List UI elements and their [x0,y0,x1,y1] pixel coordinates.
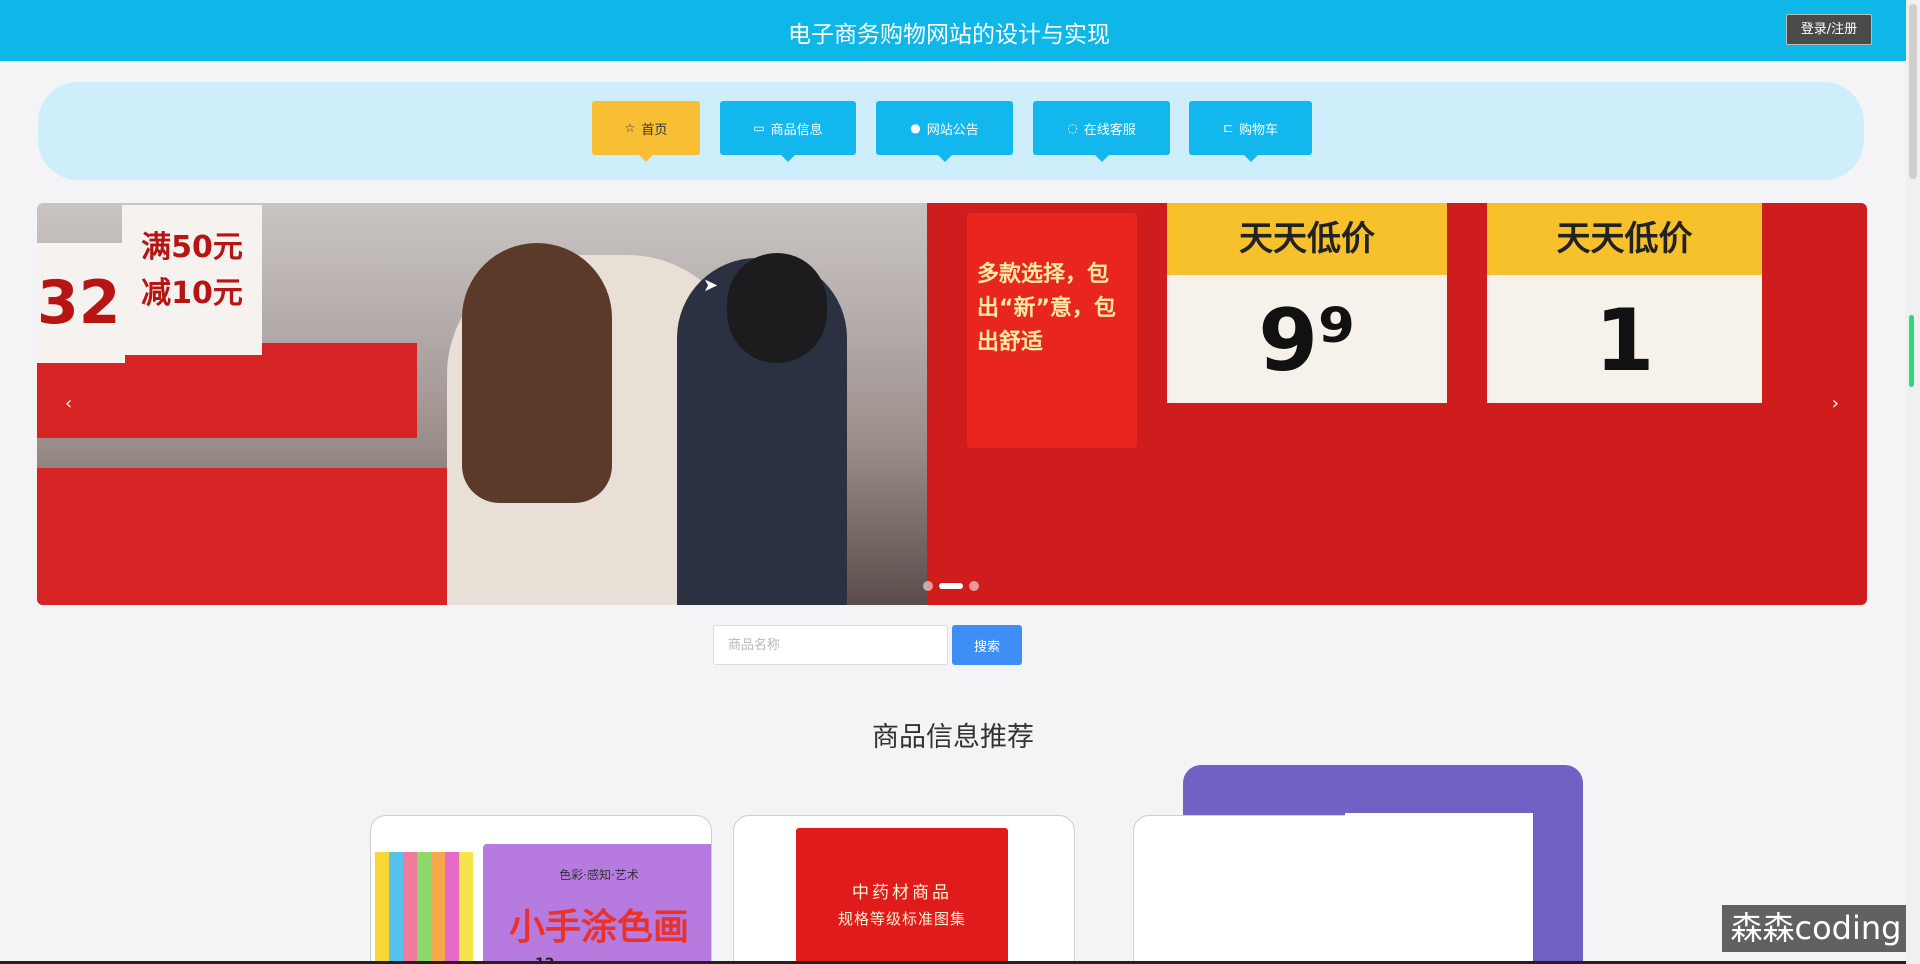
mouse-cursor-icon: ➤ [703,275,719,296]
shopper-hair [462,243,612,503]
scrollbar-thumb[interactable] [1909,4,1917,179]
book-cover-subtitle: 规格等级标准图集 [837,910,966,928]
chat-icon: ◌ [1067,121,1078,135]
banner-prev-arrow[interactable]: ‹ [65,393,72,414]
book-cover-title: 中药材商品 [852,883,952,903]
nav-item-customer-service[interactable]: ◌ 在线客服 [1033,101,1170,162]
site-title: 电子商务购物网站的设计与实现 [788,22,1110,48]
nav-label-announcements: 网站公告 [926,122,979,138]
banner-dot-active[interactable] [939,583,963,589]
price-value: 1 [1594,291,1655,391]
book-spine [389,852,403,964]
book-spine [459,852,473,964]
vertical-scrollbar[interactable] [1906,0,1920,964]
nav-item-products[interactable]: ▭ 商品信息 [720,101,856,162]
book-cover: 中药材商品 规格等级标准图集 [796,828,1008,964]
promo-card: 多款选择，包出“新”意，包出舒适 [967,213,1137,448]
product-card[interactable] [1133,815,1373,964]
price-value: 9⁹ [1258,291,1356,391]
banner-dot[interactable] [969,581,979,591]
nav-label-customer-service: 在线客服 [1083,122,1136,138]
book-cover-subtitle: 色彩·感知·艺术 [559,868,639,882]
price-sign-left: 32⁹ [37,243,147,363]
product-image: 色彩·感知·艺术 小手涂色画 12 [375,830,711,964]
shopper-head [727,253,827,363]
product-card[interactable]: 中药材商品 规格等级标准图集 [733,815,1075,964]
nav-label-products: 商品信息 [770,122,823,138]
book-cover: 色彩·感知·艺术 小手涂色画 12 [483,844,711,964]
cart-icon: ⊏ [1222,121,1234,135]
watermark: 森森coding [1722,905,1910,952]
nav-label-home: 首页 [641,122,668,138]
banner-next-arrow[interactable]: › [1832,393,1839,414]
nav-item-announcements[interactable]: ● 网站公告 [876,101,1013,162]
login-register-button[interactable]: 登录/注册 [1786,14,1872,45]
book-spine [403,852,417,964]
discount-bottom-text: 减10元 [141,276,243,311]
nav-label-cart: 购物车 [1239,122,1279,138]
price-sign: 天天低价 9⁹ [1167,203,1447,403]
search-input[interactable] [713,625,948,665]
book-spine [417,852,431,964]
banner-carousel[interactable]: 32⁹ 满50元 减10元 多款选择，包出“新”意，包出舒适 天天低价 9⁹ 天… [37,203,1867,605]
price-sign: 天天低价 1 [1487,203,1762,403]
banner-photo-left: 32⁹ 满50元 减10元 [37,203,977,605]
nav-item-home[interactable]: ☆ 首页 [592,101,700,162]
book-spine [445,852,459,964]
blank-overlay [1345,813,1533,964]
product-card[interactable]: 色彩·感知·艺术 小手涂色画 12 [370,815,712,964]
bag-icon: ▭ [753,121,765,135]
discount-sign: 满50元 减10元 [122,205,262,355]
banner-photo-right: 多款选择，包出“新”意，包出舒适 天天低价 9⁹ 天天低价 1 [927,203,1867,605]
shelf-products [37,468,457,605]
star-icon: ☆ [624,121,636,135]
price-sign-header: 天天低价 [1167,203,1447,275]
scroll-indicator [1909,315,1914,387]
book-spine [431,852,445,964]
recommend-section-title: 商品信息推荐 [872,722,1034,753]
nav-item-cart[interactable]: ⊏ 购物车 [1189,101,1312,162]
banner-indicators [923,581,979,591]
price-sign-header: 天天低价 [1487,203,1762,275]
banner-dot[interactable] [923,581,933,591]
search-button[interactable]: 搜索 [952,625,1022,665]
book-spine [375,852,389,964]
header-bar: 电子商务购物网站的设计与实现 登录/注册 [0,0,1906,61]
discount-top-text: 满50元 [141,230,243,265]
book-cover-title: 小手涂色画 [508,907,689,948]
info-icon: ● [910,121,921,135]
